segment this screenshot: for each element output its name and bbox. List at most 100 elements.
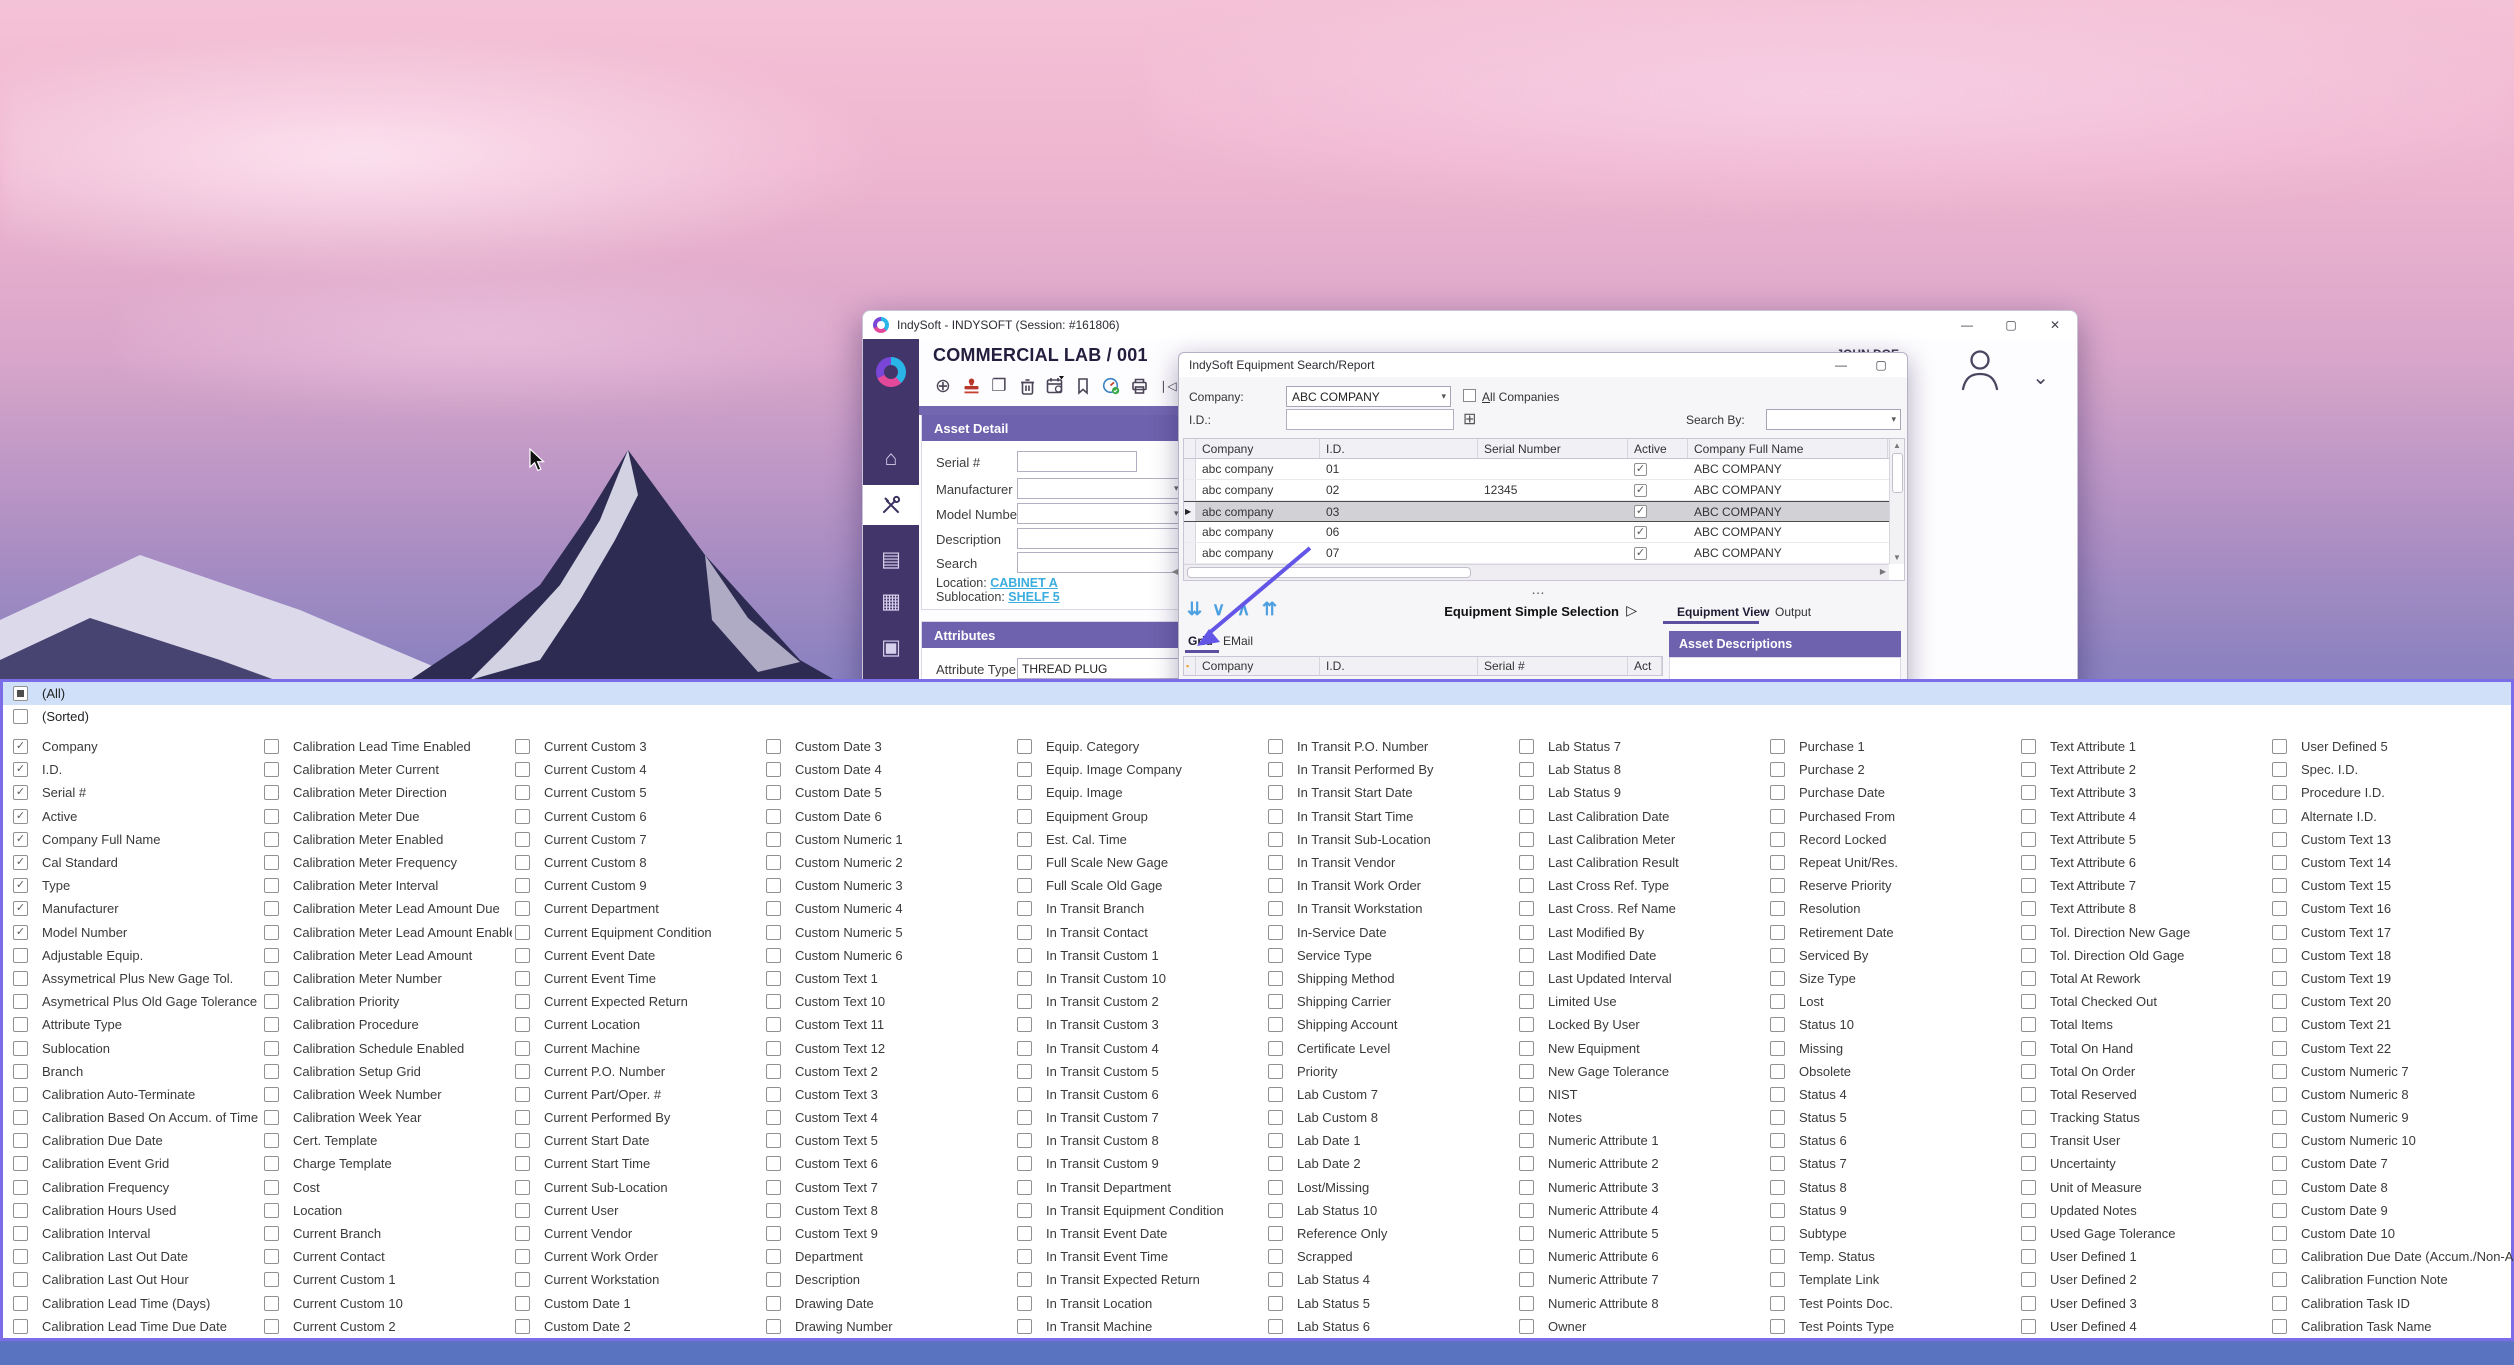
chooser-item[interactable]: Calibration Priority bbox=[261, 990, 512, 1013]
chooser-item[interactable]: Current User bbox=[512, 1199, 763, 1222]
checkbox-icon[interactable] bbox=[515, 901, 530, 916]
checkbox-icon[interactable] bbox=[264, 809, 279, 824]
chooser-item[interactable]: Transit User bbox=[2018, 1129, 2269, 1152]
chooser-item[interactable]: Missing bbox=[1767, 1036, 2018, 1059]
chooser-item[interactable]: Custom Text 7 bbox=[763, 1176, 1014, 1199]
bookmark-icon[interactable] bbox=[1072, 375, 1094, 397]
checkbox-icon[interactable] bbox=[2021, 1110, 2036, 1125]
checkbox-icon[interactable] bbox=[1017, 1296, 1032, 1311]
checkbox-icon[interactable] bbox=[1519, 1156, 1534, 1171]
chooser-item[interactable]: Purchase Date bbox=[1767, 781, 2018, 804]
checkbox-icon[interactable] bbox=[2021, 739, 2036, 754]
chooser-item[interactable]: Calibration Meter Enabled bbox=[261, 828, 512, 851]
chooser-item[interactable]: In Transit Performed By bbox=[1265, 758, 1516, 781]
schedule-icon[interactable] bbox=[1044, 375, 1066, 397]
checkbox-icon[interactable] bbox=[515, 1319, 530, 1334]
chooser-item[interactable]: Custom Date 9 bbox=[2269, 1199, 2514, 1222]
chooser-item[interactable]: Obsolete bbox=[1767, 1060, 2018, 1083]
chooser-item[interactable]: Current Machine bbox=[512, 1036, 763, 1059]
chooser-item[interactable]: User Defined 2 bbox=[2018, 1268, 2269, 1291]
chooser-item[interactable]: Equip. Image Company bbox=[1014, 758, 1265, 781]
chooser-item[interactable]: Calibration Meter Due bbox=[261, 805, 512, 828]
chooser-item[interactable]: Custom Text 22 bbox=[2269, 1036, 2514, 1059]
checkbox-icon[interactable] bbox=[766, 1064, 781, 1079]
checkbox-icon[interactable] bbox=[1770, 785, 1785, 800]
checkbox-icon[interactable] bbox=[1519, 1180, 1534, 1195]
checkbox-icon[interactable] bbox=[1519, 1226, 1534, 1241]
checkbox-icon[interactable] bbox=[2021, 994, 2036, 1009]
chooser-item[interactable]: Custom Text 4 bbox=[763, 1106, 1014, 1129]
checkbox-icon[interactable] bbox=[766, 1296, 781, 1311]
chooser-item[interactable]: New Gage Tolerance bbox=[1516, 1060, 1767, 1083]
maximize-button[interactable]: ▢ bbox=[1989, 311, 2033, 339]
checkbox-icon[interactable] bbox=[2272, 785, 2287, 800]
checkbox-icon[interactable] bbox=[1770, 832, 1785, 847]
chooser-item[interactable]: Custom Numeric 9 bbox=[2269, 1106, 2514, 1129]
checkbox-icon[interactable] bbox=[264, 1087, 279, 1102]
chooser-item[interactable]: ✓Active bbox=[10, 805, 261, 828]
checkbox-icon[interactable] bbox=[1017, 1156, 1032, 1171]
scrollbar-thumb[interactable] bbox=[1892, 453, 1903, 493]
checkbox-icon[interactable] bbox=[1770, 901, 1785, 916]
checkbox-icon[interactable] bbox=[515, 1272, 530, 1287]
checkbox-icon[interactable] bbox=[2272, 855, 2287, 870]
chooser-item[interactable]: Limited Use bbox=[1516, 990, 1767, 1013]
checkbox-icon[interactable] bbox=[1770, 1249, 1785, 1264]
chooser-item[interactable]: Lab Status 8 bbox=[1516, 758, 1767, 781]
checkbox-icon[interactable] bbox=[515, 739, 530, 754]
checkbox-icon[interactable] bbox=[1268, 1203, 1283, 1218]
checkbox-icon[interactable] bbox=[2272, 1017, 2287, 1032]
column-header[interactable]: Serial # bbox=[1478, 657, 1628, 675]
chooser-item[interactable]: ✓Type bbox=[10, 874, 261, 897]
chooser-item[interactable]: In Transit Contact bbox=[1014, 921, 1265, 944]
checkbox-icon[interactable] bbox=[2272, 1272, 2287, 1287]
scrollbar-thumb[interactable] bbox=[1187, 567, 1471, 578]
checkbox-icon[interactable] bbox=[13, 1249, 28, 1264]
company-combo[interactable]: ABC COMPANY▾ bbox=[1286, 386, 1451, 407]
checkbox-icon[interactable] bbox=[13, 1296, 28, 1311]
move-down-icon[interactable]: ∨ bbox=[1212, 599, 1225, 620]
checkbox-icon[interactable] bbox=[1519, 762, 1534, 777]
checkbox-icon[interactable] bbox=[2272, 739, 2287, 754]
checkbox-icon[interactable] bbox=[264, 994, 279, 1009]
chooser-item[interactable]: Text Attribute 4 bbox=[2018, 805, 2269, 828]
chooser-item[interactable]: Est. Cal. Time bbox=[1014, 828, 1265, 851]
checkbox-icon[interactable] bbox=[1017, 971, 1032, 986]
checkbox-icon[interactable] bbox=[1017, 739, 1032, 754]
checkbox-icon[interactable] bbox=[1770, 1226, 1785, 1241]
checkbox-icon[interactable] bbox=[1519, 1087, 1534, 1102]
checkbox-icon[interactable] bbox=[1268, 762, 1283, 777]
checkbox-icon[interactable] bbox=[13, 1064, 28, 1079]
checkbox-icon[interactable] bbox=[264, 1110, 279, 1125]
checkbox-icon[interactable] bbox=[1770, 1041, 1785, 1056]
checkbox-icon[interactable] bbox=[1519, 1133, 1534, 1148]
chooser-item[interactable]: Custom Text 17 bbox=[2269, 921, 2514, 944]
horizontal-scrollbar[interactable]: ◀ ▶ bbox=[1184, 564, 1889, 580]
chooser-item[interactable]: Tol. Direction Old Gage bbox=[2018, 944, 2269, 967]
checkbox-icon[interactable] bbox=[264, 1249, 279, 1264]
chooser-item[interactable]: Custom Numeric 2 bbox=[763, 851, 1014, 874]
chooser-item[interactable]: Custom Date 1 bbox=[512, 1292, 763, 1315]
checkbox-icon[interactable] bbox=[2272, 1203, 2287, 1218]
dialog-minimize-button[interactable]: — bbox=[1821, 353, 1861, 377]
attribute-type-input[interactable] bbox=[1017, 658, 1187, 679]
chooser-item[interactable]: Current Department bbox=[512, 897, 763, 920]
chooser-item[interactable]: Calibration Task Name bbox=[2269, 1315, 2514, 1338]
scroll-down-icon[interactable]: ▼ bbox=[1893, 553, 1901, 562]
checkbox-icon[interactable] bbox=[2272, 1041, 2287, 1056]
chooser-item[interactable]: Current Custom 9 bbox=[512, 874, 763, 897]
move-all-up-icon[interactable]: ⇈ bbox=[1262, 599, 1277, 620]
chooser-item[interactable]: Lab Status 9 bbox=[1516, 781, 1767, 804]
checkbox-icon[interactable] bbox=[2021, 855, 2036, 870]
chooser-item[interactable]: Total At Rework bbox=[2018, 967, 2269, 990]
chooser-item[interactable]: Owner bbox=[1516, 1315, 1767, 1338]
tab-output[interactable]: Output bbox=[1775, 605, 1811, 619]
chooser-item[interactable]: Custom Date 10 bbox=[2269, 1222, 2514, 1245]
column-header[interactable]: I.D. bbox=[1320, 657, 1478, 675]
checkbox-icon[interactable] bbox=[515, 809, 530, 824]
chooser-item[interactable]: Status 4 bbox=[1767, 1083, 2018, 1106]
checkbox-icon[interactable] bbox=[1017, 1110, 1032, 1125]
chooser-item[interactable]: Current P.O. Number bbox=[512, 1060, 763, 1083]
checkbox-icon[interactable] bbox=[13, 1087, 28, 1102]
chooser-item[interactable]: Numeric Attribute 6 bbox=[1516, 1245, 1767, 1268]
